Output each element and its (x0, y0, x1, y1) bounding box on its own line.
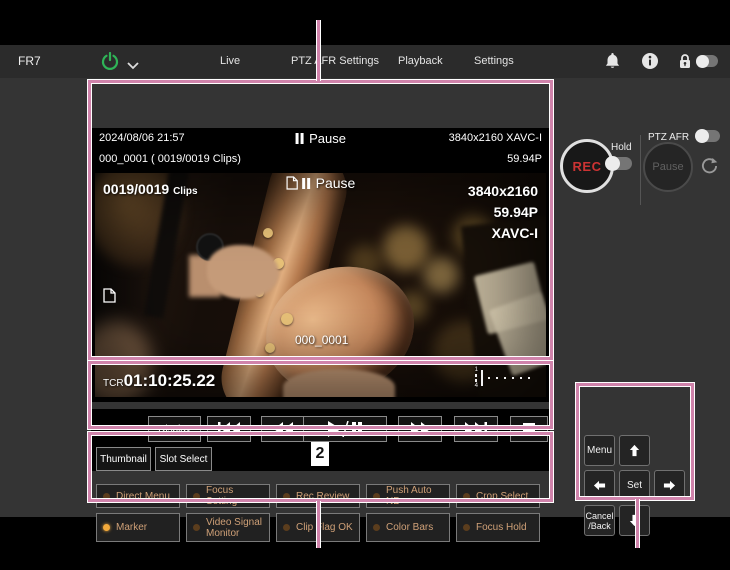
next-clip-button[interactable] (454, 416, 498, 442)
clips-counter: 0019/0019 Clips (103, 181, 198, 197)
led-indicator (193, 524, 200, 531)
lock-icon[interactable] (678, 53, 692, 72)
callout-badge-2: 2 (311, 442, 329, 466)
arrow-left-button[interactable] (584, 470, 615, 501)
media-gauge: 14 (475, 367, 536, 389)
video-status-overlay: Pause (286, 175, 356, 192)
rec-hold-toggle[interactable] (606, 157, 632, 170)
assignable-rec-review[interactable]: Rec Review (276, 484, 360, 508)
led-indicator (193, 493, 200, 500)
assignable-video-signal-monitor[interactable]: Video Signal Monitor (186, 513, 270, 542)
power-icon[interactable] (101, 52, 119, 73)
tab-ptz-afr-settings[interactable]: PTZ AFR Settings (291, 55, 379, 67)
arrow-down-button[interactable] (619, 505, 650, 536)
thumbnail-button[interactable]: Thumbnail (96, 447, 151, 471)
set-button[interactable]: Set (619, 470, 650, 501)
video-frame: Pause 0019/0019 Clips 3840x2160 59.94P X… (95, 173, 546, 397)
assignable-crop-select[interactable]: Crop Select (456, 484, 540, 508)
rewind-button[interactable] (261, 416, 305, 442)
tab-settings[interactable]: Settings (474, 55, 514, 67)
clip-name: 000_0001 (295, 333, 348, 347)
refresh-icon[interactable] (701, 157, 718, 177)
led-indicator (103, 524, 110, 531)
player-info-row-2: 000_0001 ( 0019/0019 Clips) 59.94P (91, 149, 550, 170)
assignable-marker[interactable]: Marker (96, 513, 180, 542)
pause-bars-icon (302, 176, 312, 192)
player-console: 2024/08/06 21:57 Pause 3840x2160 XAVC-I … (91, 128, 550, 402)
clip-flag-icon (103, 288, 116, 308)
led-indicator (373, 493, 380, 500)
arrow-right-button[interactable] (654, 470, 685, 501)
slot-select-button[interactable]: Slot Select (155, 447, 212, 471)
arrow-up-button[interactable] (619, 435, 650, 466)
display-button[interactable]: Display (148, 416, 201, 442)
led-indicator (103, 493, 110, 500)
assignable-direct-menu[interactable]: Direct Menu (96, 484, 180, 508)
top-bar: FR7 Live PTZ AFR Settings Playback Setti… (0, 45, 730, 78)
stop-button[interactable] (510, 416, 548, 442)
player-clip-info: 000_0001 ( 0019/0019 Clips) (99, 153, 241, 165)
app-window: FR7 Live PTZ AFR Settings Playback Setti… (0, 45, 730, 517)
lock-toggle[interactable] (696, 55, 718, 67)
divider (640, 135, 641, 205)
bell-icon[interactable] (605, 53, 620, 73)
led-indicator (373, 524, 380, 531)
ptz-afr-toggle[interactable] (696, 130, 720, 142)
assignable-color-bars[interactable]: Color Bars (366, 513, 450, 542)
format-overlay: 3840x2160 59.94P XAVC-I (468, 181, 538, 244)
assignable-clip-flag-ok[interactable]: Clip Flag OK (276, 513, 360, 542)
clip-icon (286, 176, 298, 190)
player-info-row-1: 2024/08/06 21:57 Pause 3840x2160 XAVC-I (91, 128, 550, 149)
assignable-push-auto-nd[interactable]: Push Auto ND (366, 484, 450, 508)
player-datetime: 2024/08/06 21:57 (99, 132, 185, 144)
player-status: Pause (295, 131, 346, 147)
timecode: TCR01:10:25.22 (103, 371, 215, 391)
play-pause-button[interactable] (303, 416, 387, 442)
pause-bars-icon (295, 132, 305, 147)
codec: XAVC-I (468, 223, 538, 244)
page: FR7 Live PTZ AFR Settings Playback Setti… (0, 0, 730, 570)
playback-control-bar: Display Thumbnail Slot Select 2 (91, 409, 550, 471)
stop-icon (523, 423, 535, 435)
assignable-focus-setting[interactable]: Focus Setting (186, 484, 270, 508)
assignable-focus-hold[interactable]: Focus Hold (456, 513, 540, 542)
hold-label: Hold (611, 142, 632, 153)
led-indicator (463, 493, 470, 500)
pause-button[interactable]: Pause (643, 142, 693, 192)
player-fps: 59.94P (507, 153, 542, 165)
device-name: FR7 (18, 54, 41, 68)
tab-playback[interactable]: Playback (398, 55, 443, 67)
tab-live[interactable]: Live (220, 55, 240, 67)
led-indicator (463, 524, 470, 531)
framerate: 59.94P (468, 202, 538, 223)
player-format: 3840x2160 XAVC-I (449, 132, 542, 144)
chevron-down-icon[interactable] (127, 58, 139, 73)
info-icon[interactable] (642, 53, 658, 72)
menu-button[interactable]: Menu (584, 435, 615, 466)
led-indicator (283, 493, 290, 500)
cancel-back-button[interactable]: Cancel /Back (584, 505, 615, 536)
fast-forward-button[interactable] (398, 416, 442, 442)
prev-clip-button[interactable] (207, 416, 251, 442)
assignable-buttons: Direct Menu Focus Setting Rec Review Pus… (96, 484, 540, 542)
led-indicator (283, 524, 290, 531)
resolution: 3840x2160 (468, 181, 538, 202)
